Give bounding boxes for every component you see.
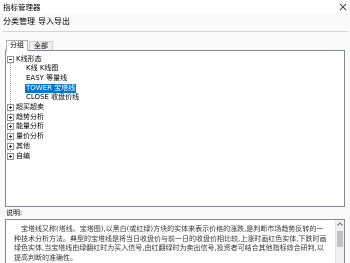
tree-item-label: EASY 等量线 [26, 73, 68, 82]
menu-separator [2, 31, 348, 32]
description-label: 说明: [6, 209, 23, 217]
tree-node-label: K线形态 [16, 54, 42, 63]
expand-box-icon[interactable] [7, 142, 14, 150]
expand-box-icon[interactable] [7, 123, 14, 131]
description-scrollbar[interactable] [335, 220, 344, 263]
indicator-tree[interactable]: K线形态 K线 K线图 EASY 等量线 TOWER 宝塔线 CLOSE 收盘价… [5, 50, 345, 207]
tree-node-label: 自编 [16, 151, 30, 160]
expand-box-icon[interactable] [7, 152, 14, 160]
description-text: 宝塔线又称(塔线、宝塔图),以黑白(或红绿)方块的实体来表示价格的涨跌,是判断市… [14, 225, 327, 263]
tree-item-label: CLOSE 收盘价线 [26, 93, 80, 102]
tree-node-label: 能量分析 [16, 122, 44, 131]
expand-box-icon[interactable] [7, 113, 14, 121]
tree-item-tower[interactable]: TOWER 宝塔线 [25, 83, 77, 93]
tree-item-close[interactable]: CLOSE 收盘价线 [25, 93, 80, 102]
tree-node-label: 量价分析 [16, 132, 44, 141]
tree-item-kline[interactable]: K线 K线图 [25, 64, 59, 73]
tree-node-label: 趋势分析 [16, 112, 44, 121]
tab-group[interactable]: 分组 [6, 40, 28, 51]
description-box[interactable]: 宝塔线又称(塔线、宝塔图),以黑白(或红绿)方块的实体来表示价格的涨跌,是判断市… [5, 219, 345, 263]
tree-node-label: 超买超卖 [16, 103, 44, 111]
window-title: 指标管理器 [3, 3, 41, 12]
tab-all[interactable]: 全部 [29, 41, 53, 50]
menu-category-manage[interactable]: 分类管理 [3, 17, 35, 27]
tree-item-label: TOWER 宝塔线 [25, 83, 77, 93]
expand-box-icon[interactable] [7, 104, 14, 111]
menu-import-export[interactable]: 导入导出 [38, 17, 70, 27]
tree-item-label: K线 K线图 [26, 64, 59, 73]
close-icon[interactable] [339, 3, 347, 11]
scroll-up-icon[interactable] [336, 220, 344, 229]
expand-box-icon[interactable] [7, 133, 14, 141]
title-bar: 指标管理器 [0, 0, 350, 14]
scrollbar-thumb[interactable] [337, 231, 343, 247]
tree-node-label: 其他 [16, 141, 30, 150]
tree-item-easy[interactable]: EASY 等量线 [25, 74, 68, 83]
collapse-box-icon[interactable] [7, 55, 14, 63]
